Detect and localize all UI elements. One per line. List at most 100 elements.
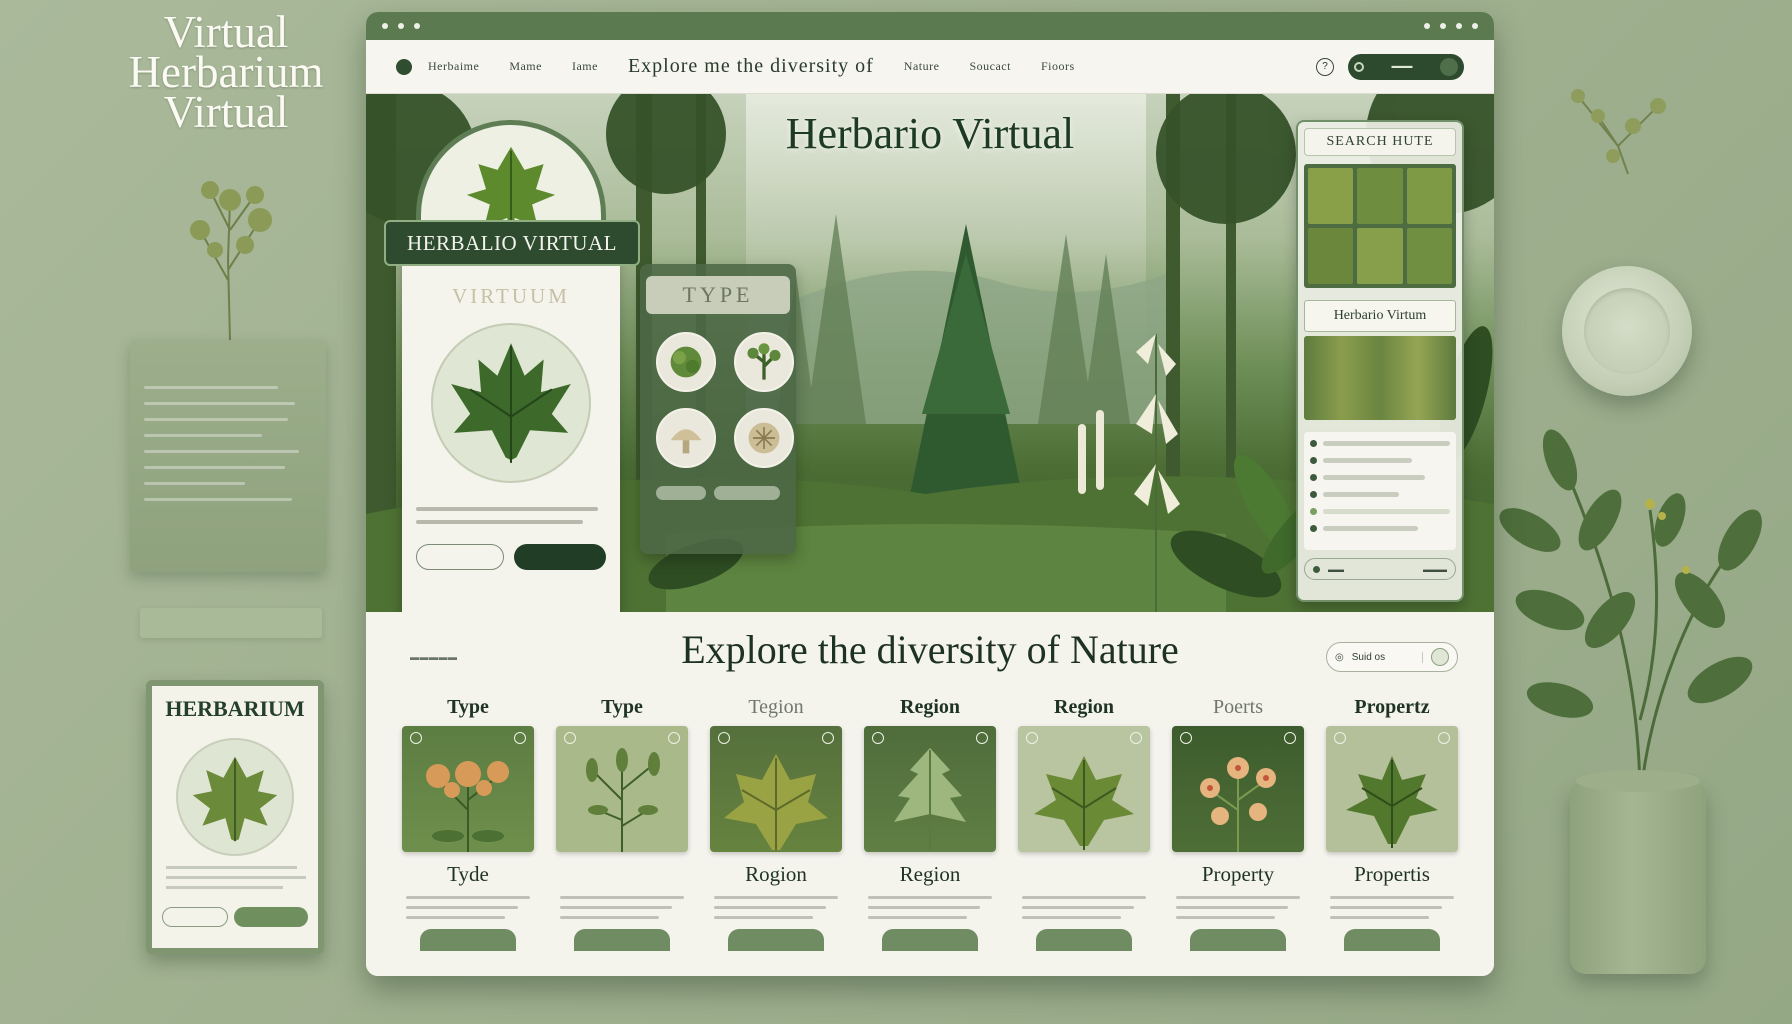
- window-control-icon[interactable]: [414, 23, 420, 29]
- backdrop-card-secondary-button: [162, 907, 228, 927]
- category-caption: Property: [1201, 862, 1275, 886]
- feature-secondary-button[interactable]: [416, 544, 504, 570]
- category-button[interactable]: [1036, 929, 1132, 951]
- category-button[interactable]: [420, 929, 516, 951]
- window-tool-icon[interactable]: [1440, 23, 1446, 29]
- herbarium-feature-panel: HERBALIO VIRTUAL VIRTUUM: [384, 120, 640, 612]
- fern-specimen-icon[interactable]: [864, 726, 996, 852]
- account-toggle-label: ▬▬▬: [1391, 63, 1413, 70]
- feature-banner: HERBALIO VIRTUAL: [384, 220, 640, 266]
- backdrop-herbarium-card: HERBARIUM: [146, 680, 324, 954]
- specimen-seed-thumb[interactable]: [734, 408, 794, 468]
- window-tool-icon[interactable]: [1424, 23, 1430, 29]
- window-tool-icon[interactable]: [1472, 23, 1478, 29]
- category-card[interactable]: Type Tyde: [402, 696, 534, 951]
- list-item[interactable]: [1310, 457, 1450, 464]
- type-filter-panel: TYPE: [640, 264, 796, 554]
- type-panel-prev-control[interactable]: [656, 486, 706, 500]
- nav-hero-text: Explore me the diversity of: [627, 55, 874, 77]
- type-panel-next-control[interactable]: [714, 486, 780, 500]
- nav-item-mame[interactable]: Mame: [509, 59, 542, 74]
- category-button[interactable]: [882, 929, 978, 951]
- section-search[interactable]: ◎ Suid os: [1326, 642, 1458, 672]
- feature-card: VIRTUUM: [402, 250, 620, 612]
- search-panel-heading[interactable]: SEARCH HUTE: [1304, 128, 1456, 156]
- account-toggle-button[interactable]: ▬▬▬: [1348, 53, 1464, 80]
- nav-item-iame[interactable]: Iame: [572, 59, 598, 74]
- window-control-icon[interactable]: [382, 23, 388, 29]
- list-item[interactable]: [1310, 525, 1450, 532]
- search-panel-footer-control[interactable]: ▬▬ ▬▬▬: [1304, 558, 1456, 580]
- backdrop-bar: [140, 608, 322, 638]
- list-item[interactable]: [1310, 508, 1450, 515]
- search-panel-subheading: Herbario Virtum: [1304, 300, 1456, 332]
- result-thumb[interactable]: [1406, 168, 1452, 224]
- search-panel-list: [1304, 432, 1456, 550]
- toggle-dot-icon: [1354, 61, 1364, 72]
- category-card[interactable]: Propertz Propertis: [1326, 696, 1458, 951]
- list-item[interactable]: [1310, 474, 1450, 481]
- specimen-herb-thumb[interactable]: [734, 332, 794, 392]
- result-thumb[interactable]: [1357, 228, 1403, 284]
- category-card[interactable]: Region Region: [864, 696, 996, 951]
- list-item[interactable]: [1310, 440, 1450, 447]
- nav-item-soucact[interactable]: Soucact: [969, 59, 1011, 74]
- category-caption: Rogion: [745, 862, 807, 886]
- flower-specimen-icon[interactable]: [1172, 726, 1304, 852]
- top-navigation: Herbaime Mame Iame Explore me the divers…: [366, 40, 1494, 94]
- avatar: [1440, 57, 1458, 76]
- leaf-specimen-icon: [431, 323, 591, 483]
- window-control-icon[interactable]: [398, 23, 404, 29]
- category-label: Type: [447, 696, 489, 718]
- search-go-button[interactable]: [1431, 648, 1449, 666]
- category-button[interactable]: [1190, 929, 1286, 951]
- flower-specimen-icon[interactable]: [402, 726, 534, 852]
- result-thumb[interactable]: [1406, 228, 1452, 284]
- nav-item-fioors[interactable]: Fioors: [1041, 59, 1075, 74]
- category-caption: Propertis: [1354, 862, 1430, 886]
- category-card[interactable]: Poerts Property: [1172, 696, 1304, 951]
- browser-window: Herbaime Mame Iame Explore me the divers…: [366, 12, 1494, 976]
- search-panel: SEARCH HUTE Herbario Virtum ▬▬ ▬▬▬: [1296, 120, 1464, 602]
- result-thumb[interactable]: [1308, 228, 1354, 284]
- search-icon: ◎: [1335, 651, 1344, 663]
- leaf-specimen-icon[interactable]: [710, 726, 842, 852]
- category-card[interactable]: Tegion Rogion: [710, 696, 842, 951]
- feature-primary-button[interactable]: [514, 544, 606, 570]
- leaf-icon: [176, 738, 294, 856]
- dried-herb-sprig-left: [190, 181, 272, 340]
- list-item[interactable]: [1310, 491, 1450, 498]
- specimen-fungus-thumb[interactable]: [656, 408, 716, 468]
- category-label: Propertz: [1354, 696, 1430, 718]
- site-logo-icon[interactable]: [396, 58, 412, 75]
- backdrop-title: Virtual Herbarium Virtual: [118, 10, 334, 137]
- explore-section: ▬▬▬▬▬ Explore the diversity of Nature ◎ …: [366, 612, 1494, 976]
- help-icon[interactable]: ?: [1316, 57, 1334, 76]
- category-button[interactable]: [728, 929, 824, 951]
- herb-specimen-icon[interactable]: [556, 726, 688, 852]
- backdrop-note-card: [130, 340, 326, 572]
- nav-item-herbaime[interactable]: Herbaime: [428, 59, 479, 74]
- leaf-specimen-icon[interactable]: [1018, 726, 1150, 852]
- category-card[interactable]: Type: [556, 696, 688, 951]
- category-card[interactable]: Region: [1018, 696, 1150, 951]
- type-panel-heading: TYPE: [646, 276, 790, 314]
- category-cards: Type Tyde Type Tegion Rogion Region Regi…: [402, 696, 1458, 951]
- feature-subtitle: VIRTUUM: [452, 284, 570, 308]
- category-button[interactable]: [574, 929, 670, 951]
- result-thumb[interactable]: [1357, 168, 1403, 224]
- potted-plant-leaves: [1499, 429, 1762, 800]
- category-label: Poerts: [1213, 696, 1263, 718]
- leaf-specimen-icon[interactable]: [1326, 726, 1458, 852]
- search-panel-featured-image[interactable]: [1304, 336, 1456, 420]
- category-button[interactable]: [1344, 929, 1440, 951]
- hero-banner: Herbario Virtual HERBALIO VIRTUAL VIRTUU…: [366, 94, 1494, 612]
- category-caption: Region: [899, 862, 961, 886]
- backdrop-title-line-3: Virtual: [163, 87, 289, 137]
- category-caption: [556, 862, 688, 890]
- result-thumb[interactable]: [1308, 168, 1354, 224]
- specimen-moss-thumb[interactable]: [656, 332, 716, 392]
- section-search-label: Suid os: [1352, 651, 1423, 663]
- nav-item-nature[interactable]: Nature: [904, 59, 940, 74]
- window-tool-icon[interactable]: [1456, 23, 1462, 29]
